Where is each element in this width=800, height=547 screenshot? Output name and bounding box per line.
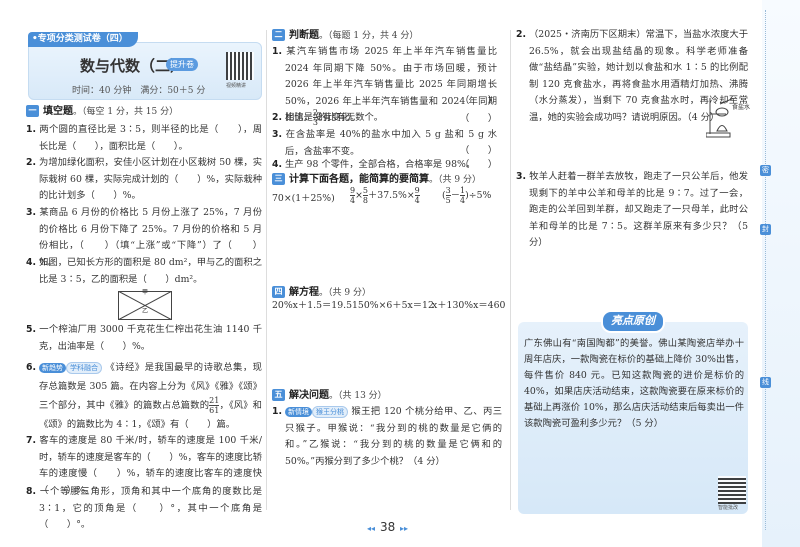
- equation-2: 150%×6＋5x＝12: [352, 300, 434, 311]
- answer-paren[interactable]: （ ）: [460, 111, 497, 128]
- section-1-title: 一填空题。（每空 1 分，共 15 分）: [26, 104, 178, 121]
- question-1-8: 8. 一个等腰三角形，顶角和其中一个底角的度数比是 3∶1，它的顶角是（ ）°，其…: [26, 486, 262, 530]
- highlight-text: 广东佛山有“南国陶都”的美誉。佛山某陶瓷店举办十周年店庆，一款陶瓷在标价的基础上…: [524, 338, 744, 429]
- calc-1: 70×(1＋25%): [272, 193, 335, 204]
- section-points: 。（每空 1 分，共 15 分）: [73, 107, 179, 117]
- highlight-title: 亮点原创: [601, 310, 665, 333]
- tag-cross-subject: 学科融合: [66, 361, 102, 374]
- question-1-4: 4. 如图，已知长方形的面积是 80 dm²，甲与乙的面积之比是 3∶5，乙的面积…: [26, 257, 262, 285]
- section-title: 填空题: [43, 106, 73, 117]
- equation-3: x＋130%x＝460: [432, 300, 506, 311]
- prev-page-icon[interactable]: ◂◂: [367, 524, 375, 533]
- equation-1: 20%x＋1.5＝19.5: [272, 300, 352, 311]
- question-5-3: 3. 牧羊人赶着一群羊去放牧，跑走了一只公羊后，他发现剩下的羊中公羊和母羊的比是 …: [516, 171, 748, 248]
- section-2-title: 二判断题。（每题 1 分，共 4 分）: [272, 28, 418, 45]
- question-1-2: 2. 为增加绿化面积，安佳小区计划在小区栽树 50 棵，实际栽树 60 棵，实际完…: [26, 157, 262, 201]
- tag-new-context: 新情境: [285, 406, 312, 417]
- figure-label: 食盐水: [732, 104, 751, 111]
- question-1-1: 1. 两个圆的直径比是 3∶5，则半径的比是（ ），周长比是（ ），面积比是（ ）…: [26, 124, 262, 152]
- diagram-label-jia: 甲: [142, 289, 149, 296]
- calc-2: 9 4 × 5 8 ＋37.5%× 9 4: [350, 186, 420, 205]
- seal-mark: 线: [760, 377, 771, 388]
- section-5-title: 五解决问题。（共 13 分）: [272, 388, 387, 405]
- tag-new-trend: 新趋势: [39, 362, 66, 373]
- binding-strip: [762, 0, 800, 547]
- column-divider: [266, 30, 267, 510]
- seal-mark: 封: [760, 224, 771, 235]
- question-1-6: 6. 新趋势 学科融合 《诗经》是我国最早的诗歌总集，现存总篇数是 305 篇。在内…: [26, 361, 262, 430]
- question-5-1: 1. 新情境 猴王分桃 猴王把 120 个桃分给甲、乙、丙三只猴子。甲猴说：“我分到…: [272, 405, 502, 467]
- qr-code[interactable]: [718, 476, 746, 504]
- column-2: 二判断题。（每题 1 分，共 4 分） 1. 某汽车销售市场 2025 年上半年汽…: [270, 0, 510, 547]
- calc-3: (3 5 － 1 4)÷5%: [442, 186, 492, 205]
- qr-caption: 智能批改: [718, 505, 739, 511]
- seal-mark: 密: [760, 165, 771, 176]
- question-1-5: 5. 一个榨油厂用 3000 千克花生仁榨出花生油 1140 千克，出油率是（ ）…: [26, 324, 262, 352]
- diagram-label-yi: 乙: [142, 308, 149, 315]
- column-divider: [510, 30, 511, 510]
- page-number: 38: [380, 520, 396, 534]
- binding-line: [765, 10, 766, 530]
- fraction: 21 61: [209, 396, 220, 415]
- section-number: 一: [26, 105, 39, 117]
- tag-topic: 猴王分桃: [312, 405, 348, 418]
- next-page-icon[interactable]: ▸▸: [400, 524, 408, 533]
- column-3: 2. （2025・济南历下区期末）常温下，当盐水浓度大于 26.5%，就会出现盐结…: [514, 0, 759, 547]
- column-1: 一填空题。（每空 1 分，共 15 分） 1. 两个圆的直径比是 3∶5，则半径的…: [0, 0, 265, 547]
